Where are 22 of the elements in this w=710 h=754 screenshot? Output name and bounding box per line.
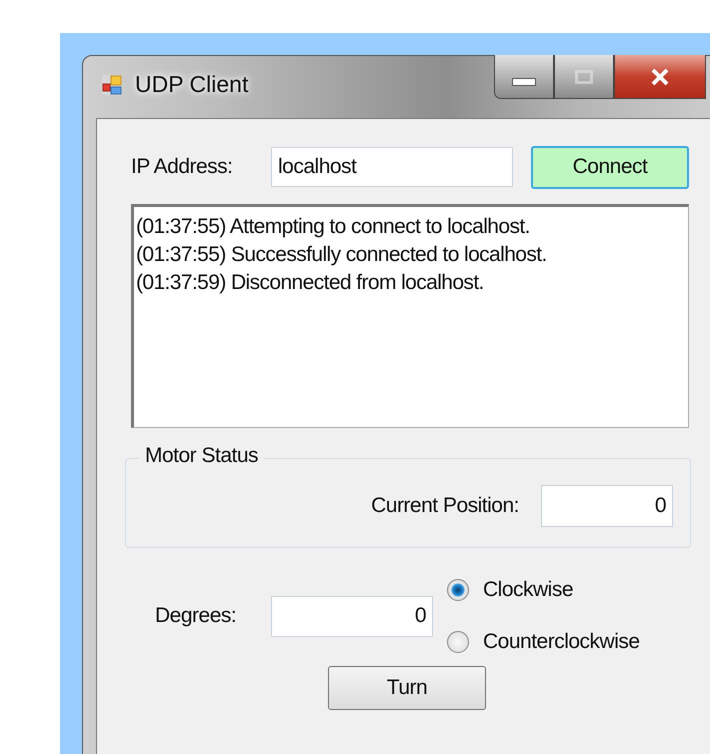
radio-label[interactable]: Counterclockwise [483, 630, 640, 654]
radio-label[interactable]: Clockwise [483, 578, 574, 602]
turn-button[interactable]: Turn [328, 666, 486, 710]
current-position-field[interactable]: 0 [541, 485, 673, 527]
radio-button[interactable] [447, 631, 469, 653]
close-icon [649, 66, 671, 86]
close-button[interactable] [614, 55, 706, 99]
radio-button[interactable] [447, 579, 469, 601]
minimize-button[interactable] [494, 55, 554, 99]
ip-address-label: IP Address: [131, 155, 234, 179]
maximize-button[interactable] [554, 55, 614, 99]
log-line: (01:37:55) Attempting to connect to localhost. [136, 214, 531, 240]
window-title: UDP Client [135, 71, 248, 98]
log-box[interactable]: (01:37:55) Attempting to connect to localhost. (01:37:55) Successfully connected to localhost. (01:37:59) Disconnected from localhost. [131, 204, 689, 428]
degrees-label: Degrees: [155, 604, 238, 628]
log-line: (01:37:59) Disconnected from localhost. [136, 270, 485, 296]
ip-address-field[interactable]: localhost [271, 147, 513, 187]
app-icon [101, 74, 123, 96]
current-position-label: Current Position: [371, 494, 519, 518]
connect-button[interactable]: Connect [531, 146, 689, 188]
degrees-field[interactable]: 0 [271, 596, 433, 636]
log-line: (01:37:55) Successfully connected to localhost. [136, 242, 548, 268]
